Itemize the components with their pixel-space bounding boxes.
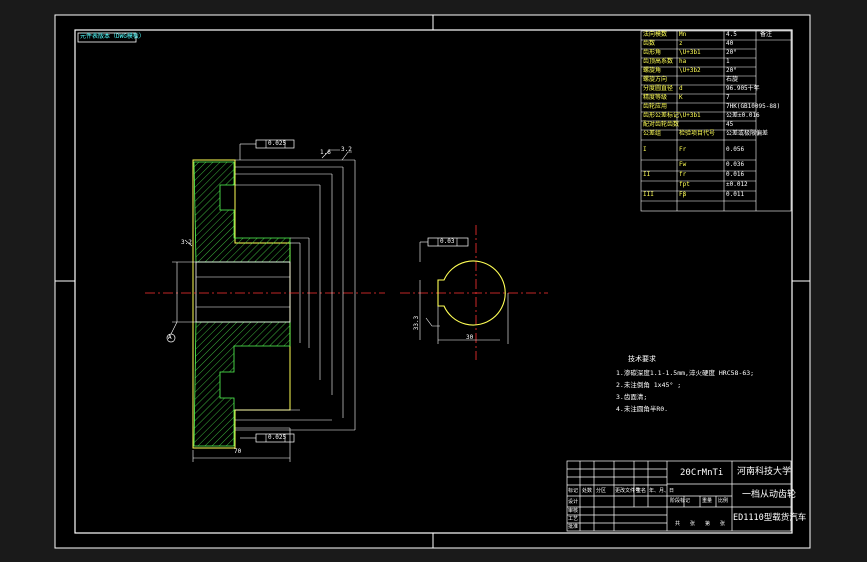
params-cell-r0-c0: 法向模数 [643,31,668,38]
params-cell-r9-c2: 公差±0.016 [726,112,760,119]
project-name: ED1110型载货汽车 [733,513,807,523]
params-cell-r0-c2: 4.5 [726,31,737,38]
params-cell-r9-c1: \U+3b1 [679,112,701,119]
params-cell-r1-c1: z [679,40,683,47]
params-cell-r2-c1: \U+3b1 [679,49,701,56]
stage-label-1: 重量 [702,498,713,504]
params-cell-r6-c1: d [679,85,683,92]
params-cell-r11-c1: 检验项目代号 [679,130,716,137]
params-cell-r5-c2: 右旋 [726,76,739,83]
params-cell-r13-c2: 0.036 [726,161,745,168]
params-cell-r3-c1: ha [679,58,687,65]
bottom-label-2: 第 [705,521,711,527]
bottom-label-1: 张 [690,521,696,527]
params-cell-r4-c1: \U+3b2 [679,67,701,74]
params-cell-r15-c1: fpt [679,181,690,188]
params-cell-r11-c0: 公差组 [643,130,662,137]
params-cell-r2-c0: 齿形角 [643,49,662,56]
drawing-viewport: 元件表版本（DWG模板） 法向模数 Mn 4.5 备注齿数 z 40 齿形角 \U+3b1 20… [0,0,867,562]
params-cell-r1-c0: 齿数 [643,40,656,47]
left-label-3: 批准 [568,524,579,530]
params-cell-r16-c2: 0.011 [726,191,745,198]
tech-notes-heading: 技术要求 [628,355,656,363]
params-cell-r11-c2: 公差或极限偏差 [726,130,769,137]
top-tolerance-value: 0.025 [268,140,287,147]
params-cell-r14-c0: II [643,171,651,178]
bottom-label-0: 共 [675,521,681,527]
left-label-0: 设计 [568,499,579,505]
params-cell-r8-c2: 7HK(GB10095-88) [726,103,781,110]
params-cell-r9-c0: 齿形公差标记 [643,112,680,119]
roughness-2: 3.2 [341,146,352,153]
tb-cell-5: 年、月、日 [649,488,675,494]
params-cell-r10-c0: 配对齿轮齿数 [643,121,680,128]
stage-label-2: 比例 [718,498,729,504]
roughness-1: 1.6 [320,149,331,156]
params-cell-r8-c0: 齿轮应用 [643,103,668,110]
bore-dimension: 30 [466,334,474,341]
frame-label: 元件表版本（DWG模板） [80,33,145,40]
tb-cell-2: 分区 [596,488,607,494]
bottom-dimension: 70 [234,448,242,455]
params-cell-r12-c0: I [643,146,647,153]
datum-a-label: A [168,334,172,341]
tb-cell-1: 处数 [582,488,593,494]
bottom-label-3: 张 [720,521,726,527]
tb-cell-0: 标记 [568,488,579,494]
params-cell-r16-c0: III [643,191,654,198]
params-cell-r7-c1: K [679,94,683,101]
params-cell-r10-c2: 45 [726,121,734,128]
tb-cell-4: 签名 [636,488,647,494]
params-cell-r7-c0: 精度等级 [643,94,668,101]
params-cell-r0-c3: 备注 [760,31,773,38]
params-cell-r7-c2: 7 [726,94,730,101]
left-label-1: 审核 [568,508,579,514]
params-cell-r1-c2: 40 [726,40,734,47]
params-cell-r12-c1: Fr [679,146,687,153]
params-cell-r14-c1: fr [679,171,687,178]
roughness-3: 3.2 [181,239,192,246]
params-cell-r0-c1: Mn [679,31,687,38]
params-cell-r3-c2: 1 [726,58,730,65]
params-cell-r2-c2: 20° [726,49,737,56]
end-view-tolerance: 0.03 [440,238,455,245]
params-cell-r16-c1: Fβ [679,191,687,198]
tech-note-2: 2.未注倒角 1x45° ; [616,381,682,389]
params-cell-r6-c0: 分度圆直径 [643,85,674,92]
params-cell-r5-c0: 螺旋方向 [643,76,668,83]
params-cell-r13-c1: Fw [679,161,687,168]
params-cell-r12-c2: 0.056 [726,146,745,153]
params-cell-r15-c2: ±0.012 [726,181,748,188]
stage-label-0: 阶段标记 [670,498,691,504]
bottom-tolerance-value: 0.025 [268,434,287,441]
tech-note-3: 3.齿面清; [616,393,648,401]
part-name: 一档从动齿轮 [742,490,797,500]
university: 河南科技大学 [737,467,792,477]
params-cell-r6-c2: 96.905十年 [726,85,760,92]
left-label-2: 工艺 [568,516,579,522]
params-cell-r4-c0: 螺旋角 [643,67,662,74]
params-cell-r4-c2: 20° [726,67,737,74]
params-cell-r14-c2: 0.016 [726,171,745,178]
material: 20CrMnTi [680,468,724,478]
params-cell-r3-c0: 齿顶高系数 [643,58,674,65]
tech-note-1: 1.渗碳深度1.1-1.5mm,淬火硬度 HRC58-63; [616,369,755,377]
keyway-dimension: 33.3 [413,315,421,331]
tech-note-4: 4.未注圆角半R0. [616,405,669,413]
